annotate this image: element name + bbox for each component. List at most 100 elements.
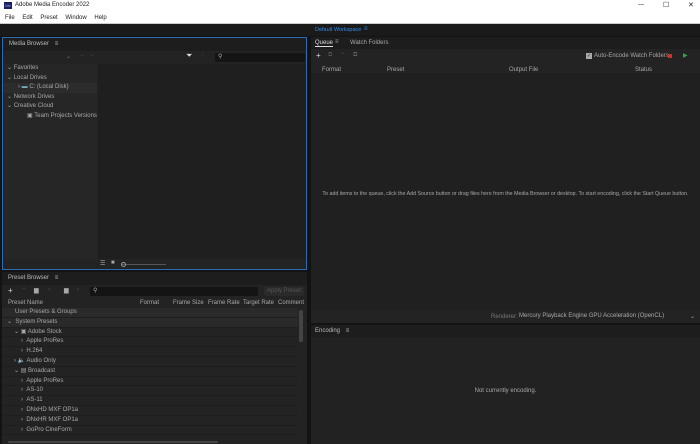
menu-preset[interactable]: Preset — [40, 15, 57, 21]
import-icon[interactable]: ▆ — [64, 287, 69, 294]
tab-queue[interactable]: Queue — [315, 40, 334, 47]
col-comment[interactable]: Comment — [278, 299, 304, 308]
tree-c-drive[interactable]: › ▬ C: (Local Disk) — [3, 83, 97, 93]
adobe-stock-icon: ▣ — [20, 328, 27, 335]
workspace-menu-icon[interactable]: ≡ — [364, 26, 368, 32]
auto-encode-label: Auto-Encode Watch Folders — [594, 53, 669, 59]
preset-row[interactable]: ⌄ System Presets — [2, 317, 298, 328]
panel-menu-icon[interactable]: ≡ — [55, 275, 59, 281]
back-icon[interactable]: ← — [80, 52, 86, 58]
col-format[interactable]: Format — [322, 67, 341, 73]
duplicate-icon[interactable]: ⧉ — [353, 52, 357, 59]
chevron-down-icon: ⌄ — [689, 314, 695, 320]
media-search-input[interactable]: ⚲ — [215, 53, 305, 62]
col-target-rate[interactable]: Target Rate — [243, 299, 274, 308]
horizontal-scrollbar[interactable] — [8, 441, 218, 443]
add-output-icon[interactable]: ⧉ — [328, 52, 332, 59]
col-status[interactable]: Status — [635, 67, 652, 73]
panel-menu-icon[interactable]: ≡ — [346, 328, 350, 334]
renderer-dropdown[interactable]: Mercury Playback Engine GPU Acceleration… — [519, 313, 695, 321]
tree-favorites[interactable]: ⌄ Favorites — [3, 64, 97, 74]
preset-row[interactable]: › 🔈 Audio Only — [2, 357, 298, 367]
col-frame-size[interactable]: Frame Size — [173, 299, 204, 308]
queue-column-headers: Format Preset Output File Status — [311, 65, 700, 75]
panel-menu-icon[interactable]: ≡ — [55, 41, 59, 47]
tree-label: Local Drives — [13, 74, 47, 81]
menu-edit[interactable]: Edit — [22, 15, 32, 21]
maximize-button[interactable]: ☐ — [663, 1, 669, 9]
stop-queue-button[interactable] — [668, 54, 672, 58]
team-projects-icon: ▣ — [27, 112, 33, 119]
remove-icon[interactable]: − — [341, 51, 345, 57]
preset-row[interactable]: › H.264 — [2, 347, 298, 357]
panel-title: Encoding — [315, 328, 341, 334]
col-preset[interactable]: Preset — [387, 67, 404, 73]
thumbnail-view-icon[interactable]: ■ — [111, 260, 115, 266]
preset-row[interactable]: ⌄ ▤ Broadcast — [2, 367, 298, 377]
preset-list: User Presets & Groups ⌄ System Presets ⌄… — [2, 308, 298, 440]
start-queue-button[interactable]: ▶ — [683, 52, 688, 59]
close-button[interactable]: ✕ — [688, 1, 694, 9]
auto-encode-checkbox[interactable]: ✓ — [586, 53, 592, 59]
panel-menu-icon[interactable]: ≡ — [335, 39, 339, 45]
col-format[interactable]: Format — [140, 299, 159, 308]
view-icon[interactable]: ◌ — [201, 52, 205, 58]
tree-network-drives[interactable]: ⌄ Network Drives — [3, 93, 97, 103]
tree-local-drives[interactable]: ⌄ Local Drives — [3, 74, 97, 84]
queue-empty-message: To add items to the queue, click the Add… — [322, 191, 689, 197]
preset-row[interactable]: › AS-11 — [2, 396, 298, 406]
list-view-icon[interactable]: ☰ — [100, 260, 105, 267]
media-browser-header: Media Browser ≡ — [3, 38, 306, 51]
tree-label: Creative Cloud — [13, 103, 54, 109]
add-source-icon[interactable]: + — [316, 51, 321, 60]
menu-bar: File Edit Preset Window Help — [0, 12, 700, 24]
minimize-button[interactable]: — — [638, 2, 644, 8]
location-dropdown[interactable]: ⌄ — [5, 53, 71, 61]
row-label: User Presets & Groups — [15, 309, 77, 315]
encoding-status: Not currently encoding. — [474, 388, 537, 394]
filter-icon[interactable]: ⏷ — [186, 51, 192, 61]
new-group-icon[interactable]: ▆ — [34, 287, 39, 294]
apply-preset-button[interactable]: Apply Preset — [264, 287, 304, 296]
tab-watch-folders[interactable]: Watch Folders — [350, 40, 388, 46]
row-label: Apple ProRes — [26, 377, 64, 384]
col-output-file[interactable]: Output File — [509, 67, 538, 73]
preset-toolbar: + − ▆ ▫ ▆ ▫ ⚲ Apply Preset — [2, 286, 305, 297]
row-label: AS-10 — [26, 387, 44, 394]
col-frame-rate[interactable]: Frame Rate — [208, 299, 240, 308]
drive-icon: ▬ — [21, 84, 28, 90]
encoding-header: Encoding ≡ — [311, 325, 700, 338]
preset-row[interactable]: › AS-10 — [2, 386, 298, 397]
tree-team-projects[interactable]: ▣ Team Projects Versions — [3, 112, 97, 122]
row-label: AS-11 — [26, 397, 43, 404]
preset-row[interactable]: › DNxHD MXF OP1a — [2, 406, 298, 416]
preset-search-input[interactable]: ⚲ — [90, 287, 258, 296]
tree-label: C: (Local Disk) — [29, 84, 69, 90]
preset-row[interactable]: › DNxHR MXF OP1a — [2, 416, 298, 426]
row-label: Audio Only — [26, 357, 56, 364]
zoom-slider[interactable] — [121, 262, 166, 267]
menu-window[interactable]: Window — [65, 15, 86, 21]
workspace-tab-default[interactable]: Default Workspace — [315, 27, 361, 33]
remove-preset-icon[interactable]: − — [22, 286, 26, 292]
forward-icon[interactable]: → — [89, 52, 95, 58]
preset-row[interactable]: › Apple ProRes — [2, 337, 298, 348]
panel-title: Media Browser — [9, 41, 50, 47]
menu-file[interactable]: File — [5, 15, 15, 21]
add-preset-icon[interactable]: + — [8, 286, 13, 295]
vertical-scrollbar[interactable] — [299, 310, 303, 342]
preset-row[interactable]: ⌄ ▣ Adobe Stock — [2, 328, 298, 338]
tree-creative-cloud[interactable]: ⌄ Creative Cloud — [3, 102, 97, 112]
app-icon: Me — [4, 2, 12, 9]
col-preset-name[interactable]: Preset Name — [8, 299, 43, 308]
preset-row[interactable]: User Presets & Groups — [2, 308, 298, 318]
menu-help[interactable]: Help — [94, 15, 106, 21]
preset-row[interactable]: › GoPro CineForm — [2, 426, 298, 436]
queue-drop-area[interactable]: To add items to the queue, click the Add… — [311, 76, 700, 310]
export-icon[interactable]: ▫ — [77, 287, 79, 293]
queue-tabs: Queue ≡ Watch Folders — [311, 37, 700, 49]
audio-icon: 🔈 — [17, 357, 26, 364]
panel-title: Preset Browser — [8, 275, 50, 281]
preset-row[interactable]: › Apple ProRes — [2, 377, 298, 387]
settings-icon[interactable]: ▫ — [48, 287, 50, 293]
